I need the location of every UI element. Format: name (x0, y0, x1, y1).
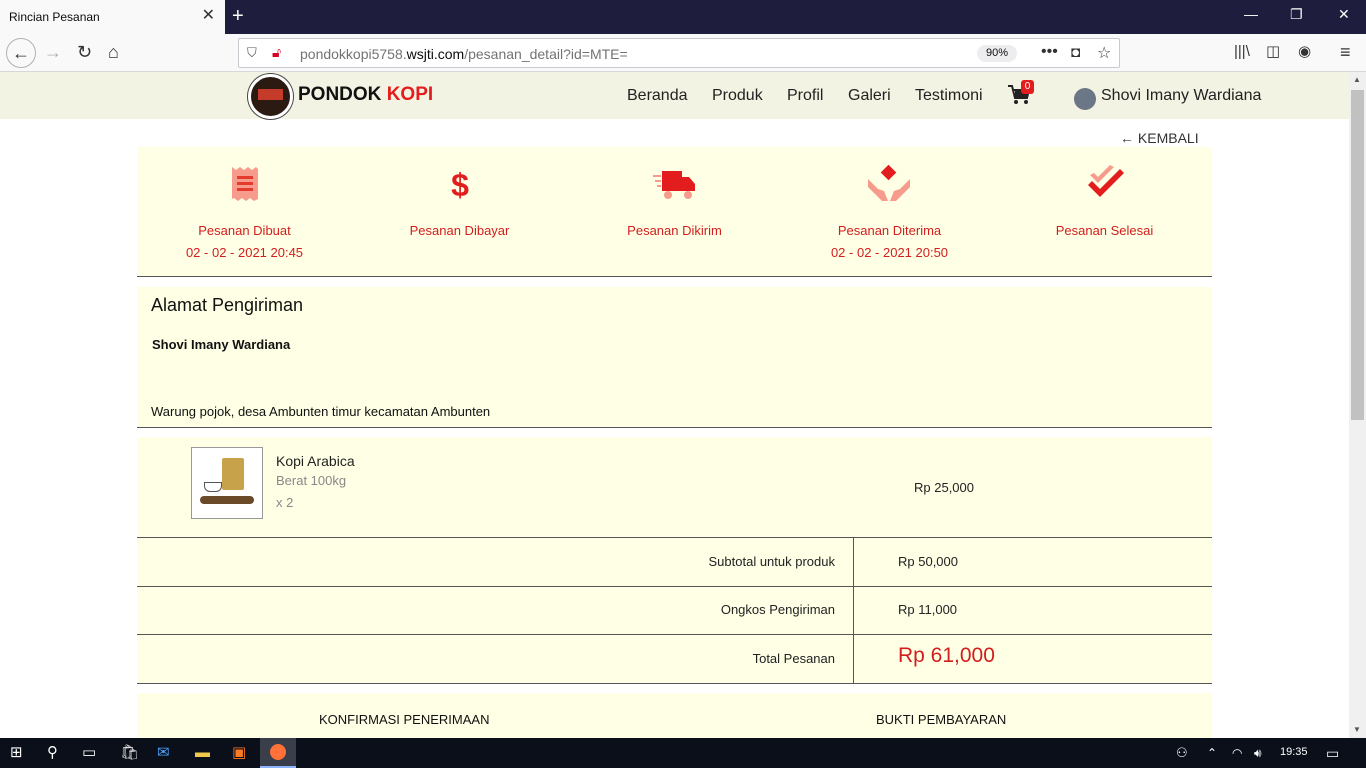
restore-icon[interactable]: ❐ (1290, 6, 1303, 23)
divider (137, 634, 1212, 635)
order-summary: Subtotal untuk produk Rp 50,000 Ongkos P… (137, 538, 1212, 683)
scroll-up-icon[interactable]: ▲ (1353, 75, 1361, 84)
logo[interactable] (248, 74, 293, 119)
confirm-receipt-button[interactable]: KONFIRMASI PENERIMAAN (319, 712, 489, 727)
nav-galeri[interactable]: Galeri (848, 87, 891, 105)
nav-beranda[interactable]: Beranda (627, 87, 688, 105)
zoom-indicator[interactable]: 90% (977, 45, 1017, 62)
product-quantity: x 2 (276, 495, 294, 510)
chevron-up-icon[interactable]: ⌃ (1207, 744, 1217, 762)
hands-icon (868, 165, 910, 201)
recipient-name: Shovi Imany Wardiana (152, 337, 291, 352)
mail-icon[interactable]: ✉ (157, 744, 170, 762)
nav-produk[interactable]: Produk (712, 87, 763, 105)
pocket-icon[interactable]: ◘ (1071, 44, 1080, 61)
divider (137, 586, 1212, 587)
new-tab-icon[interactable]: + (232, 5, 244, 27)
step-date: 02 - 02 - 2021 20:45 (185, 245, 304, 260)
wifi-icon[interactable]: ◠ (1232, 744, 1242, 762)
total-label: Total Pesanan (752, 651, 835, 666)
brand-name[interactable]: PONDOK KOPI (298, 84, 433, 106)
folder-icon[interactable]: ▬ (195, 744, 210, 762)
volume-icon[interactable]: 🔊︎ (1254, 744, 1262, 762)
payment-proof-button[interactable]: BUKTI PEMBAYARAN (876, 712, 1006, 727)
user-name[interactable]: Shovi Imany Wardiana (1101, 87, 1261, 105)
windows-start-icon[interactable]: ⊞ (10, 744, 23, 762)
subtotal-label: Subtotal untuk produk (708, 554, 835, 569)
page-content: PONDOK KOPI Beranda Produk Profil Galeri… (0, 72, 1349, 738)
step-label: Pesanan Dibuat (198, 223, 291, 238)
store-icon[interactable]: 🛍︎ (120, 744, 139, 762)
shield-icon[interactable]: ⛉ (247, 45, 257, 61)
home-icon[interactable]: ⌂ (108, 42, 119, 62)
product-image (191, 447, 263, 519)
browser-titlebar: Rincian Pesanan ✕ + — ❐ ✕ (0, 0, 1366, 34)
receipt-icon (232, 167, 258, 201)
shipping-address-panel: Alamat Pengiriman Shovi Imany Wardiana W… (137, 287, 1212, 427)
truck-icon (653, 171, 695, 199)
divider (137, 427, 1212, 428)
clock[interactable]: 19:35 (1280, 746, 1308, 758)
address-bar[interactable]: ⛉ 🔓︎ pondokkopi5758.wsjti.com/pesanan_de… (238, 38, 1120, 68)
shipping-value: Rp 11,000 (898, 602, 958, 617)
window-close-icon[interactable]: ✕ (1338, 6, 1350, 23)
column-divider (853, 538, 854, 683)
product-price: Rp 25,000 (914, 480, 974, 495)
browser-navbar: ← → ↻ ⌂ ⛉ 🔓︎ pondokkopi5758.wsjti.com/pe… (0, 34, 1366, 72)
cart-count-badge: 0 (1021, 80, 1034, 94)
task-view-icon[interactable]: ▭ (82, 744, 96, 762)
people-icon[interactable]: ⚇ (1176, 744, 1188, 762)
nav-testimoni[interactable]: Testimoni (915, 87, 983, 105)
sidebar-icon[interactable]: ◫ (1266, 42, 1280, 62)
more-actions-icon[interactable]: ••• (1041, 43, 1058, 61)
url-text[interactable]: pondokkopi5758.wsjti.com/pesanan_detail?… (300, 46, 628, 62)
scrollbar-thumb[interactable] (1351, 90, 1364, 420)
svg-text:$: $ (451, 167, 469, 203)
step-label: Pesanan Selesai (1055, 223, 1154, 238)
tab-title: Rincian Pesanan (9, 10, 100, 24)
firefox-icon (270, 744, 286, 760)
xampp-icon[interactable]: ▣ (232, 744, 246, 762)
firefox-taskbar-item[interactable] (260, 738, 296, 768)
actions-panel: KONFIRMASI PENERIMAAN BUKTI PEMBAYARAN (137, 693, 1212, 738)
order-status-panel: Pesanan Dibuat 02 - 02 - 2021 20:45 $ Pe… (137, 147, 1212, 276)
windows-taskbar: ⊞ ⚲ ▭ 🛍︎ ✉ ▬ ▣ ⚇ ⌃ ◠ 🔊︎ 19:35 ▭ (0, 738, 1366, 768)
back-arrow-icon[interactable]: ← (6, 38, 36, 68)
total-value: Rp 61,000 (898, 644, 995, 667)
product-weight: Berat 100kg (276, 473, 347, 488)
step-date: 02 - 02 - 2021 20:50 (830, 245, 949, 260)
notification-icon[interactable]: ▭ (1326, 744, 1339, 762)
site-header: PONDOK KOPI Beranda Produk Profil Galeri… (0, 72, 1349, 119)
product-row: Kopi Arabica Berat 100kg x 2 Rp 25,000 (137, 437, 1212, 537)
step-label: Pesanan Dibayar (409, 223, 510, 238)
address-title: Alamat Pengiriman (151, 295, 304, 315)
divider (137, 683, 1212, 684)
dollar-icon: $ (451, 167, 469, 203)
divider (137, 276, 1212, 277)
close-icon[interactable]: ✕ (202, 8, 215, 24)
scroll-down-icon[interactable]: ▼ (1353, 725, 1361, 734)
bookmark-star-icon[interactable]: ☆ (1097, 43, 1111, 63)
address-text: Warung pojok, desa Ambunten timur kecama… (151, 404, 491, 419)
forward-arrow-icon[interactable]: → (44, 42, 62, 62)
step-label: Pesanan Dikirim (627, 223, 722, 238)
browser-tab[interactable]: Rincian Pesanan ✕ (0, 0, 225, 34)
product-name: Kopi Arabica (276, 453, 355, 469)
insecure-lock-icon[interactable]: 🔓︎ (272, 44, 281, 61)
scrollbar[interactable]: ▲ ▼ (1349, 72, 1366, 738)
shipping-label: Ongkos Pengiriman (720, 602, 835, 617)
step-label: Pesanan Diterima (837, 223, 942, 238)
avatar[interactable] (1074, 88, 1096, 110)
library-icon[interactable]: |||\ (1234, 42, 1250, 62)
double-check-icon (1088, 165, 1124, 197)
reload-icon[interactable]: ↻ (77, 42, 92, 62)
search-icon[interactable]: ⚲ (47, 744, 58, 762)
minimize-icon[interactable]: — (1244, 6, 1258, 22)
nav-profil[interactable]: Profil (787, 87, 823, 105)
account-icon[interactable]: ◉ (1298, 42, 1311, 62)
subtotal-value: Rp 50,000 (898, 554, 958, 569)
hamburger-menu-icon[interactable]: ≡ (1340, 42, 1351, 62)
back-link[interactable]: ← KEMBALI (1120, 130, 1199, 146)
